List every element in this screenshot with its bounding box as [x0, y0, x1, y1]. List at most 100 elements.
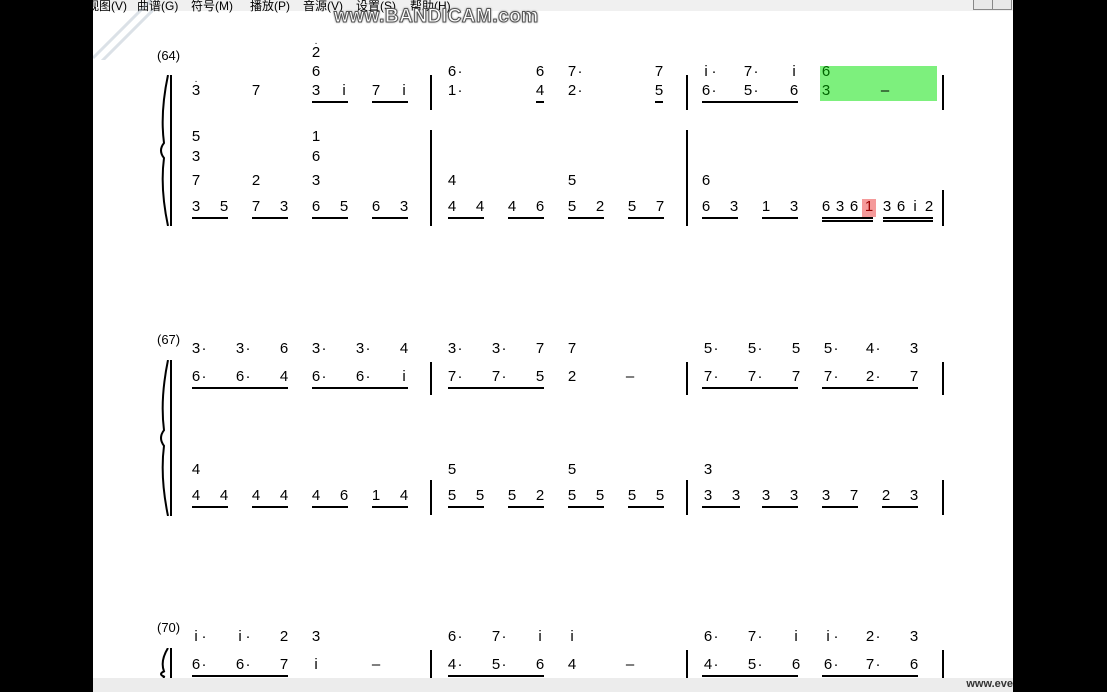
aug-dot: ·: [457, 628, 463, 645]
aug-dot: ·: [245, 628, 251, 645]
beam: [448, 387, 544, 389]
note: 5: [627, 487, 637, 504]
aug-dot: ·: [713, 340, 719, 357]
note: 6: [339, 487, 349, 504]
beam: [702, 101, 798, 103]
note: 3: [729, 198, 739, 215]
aug-dot: ·: [711, 63, 717, 80]
bar-line: [942, 190, 944, 226]
aug-dot: ·: [577, 82, 583, 99]
aug-dot: ·: [757, 368, 763, 385]
beam: [568, 506, 604, 508]
aug-dot: ·: [501, 628, 507, 645]
aug-dot: ·: [365, 340, 371, 357]
note: 3: [311, 82, 321, 99]
aug-dot: ·: [201, 340, 207, 357]
note: i: [402, 82, 406, 99]
beam: [822, 387, 918, 389]
note: 2: [924, 198, 934, 215]
note: 5: [475, 487, 485, 504]
bar-line: [942, 362, 944, 395]
note: 7: [251, 198, 261, 215]
score-page: (64) 2 · 6 3 · 7 3 i 7 i 6 · 6 7 · 7 1 · 4 2 · 5 i · 7 · i 6 · 5 · 6 6 3–5…: [93, 11, 1013, 692]
note: –: [880, 82, 890, 99]
beam: [312, 217, 348, 219]
aug-dot: ·: [457, 82, 463, 99]
note: 5: [567, 461, 577, 478]
minimize-button[interactable]: [973, 0, 993, 10]
beam: [628, 506, 664, 508]
beam: [312, 101, 348, 103]
bar-line: [686, 362, 688, 395]
note: 7: [849, 487, 859, 504]
note: 6: [311, 198, 321, 215]
note: 3: [789, 198, 799, 215]
note: 6: [371, 198, 381, 215]
beam: [508, 506, 544, 508]
note: 1: [371, 487, 381, 504]
note: 7: [535, 340, 545, 357]
note: 6: [701, 172, 711, 189]
note: 5: [447, 461, 457, 478]
note: 3: [789, 487, 799, 504]
note: i: [570, 628, 574, 645]
beam: [192, 217, 228, 219]
note: 7: [654, 63, 664, 80]
bar-line: [430, 480, 432, 515]
beam: [448, 217, 484, 219]
note: 6: [789, 82, 799, 99]
beam: [702, 506, 740, 508]
note: 3: [191, 148, 201, 165]
note: 6: [896, 198, 906, 215]
note: 7: [909, 368, 919, 385]
note: 2: [535, 487, 545, 504]
note: 5: [535, 368, 545, 385]
note: 3: [399, 198, 409, 215]
note: 3: [311, 172, 321, 189]
note: 3: [882, 198, 892, 215]
note: 4: [507, 198, 517, 215]
note: 1: [761, 198, 771, 215]
aug-dot: ·: [713, 628, 719, 645]
note: 4: [279, 368, 289, 385]
note: 3: [191, 198, 201, 215]
bar-line: [430, 75, 432, 110]
note: 5: [595, 487, 605, 504]
note: 6: [849, 198, 859, 215]
aug-dot: ·: [713, 656, 719, 673]
bar-line: [170, 360, 172, 516]
score-window: 视图(V) 曲谱(G) 符号(M) 播放(P) 音源(V) 设置(S) 帮助(H…: [93, 0, 1013, 692]
beam: [508, 217, 544, 219]
note: 7: [251, 82, 261, 99]
note: 4: [191, 461, 201, 478]
note: 6: [821, 198, 831, 215]
bar-line: [170, 75, 172, 226]
octave-dot: ·: [194, 76, 198, 87]
beam: [822, 217, 873, 219]
beam: [762, 217, 798, 219]
note: 6: [311, 148, 321, 165]
note: 5: [447, 487, 457, 504]
note: 5: [219, 198, 229, 215]
aug-dot: ·: [875, 628, 881, 645]
note: 3: [835, 198, 845, 215]
note: 4: [399, 340, 409, 357]
note: 3: [909, 487, 919, 504]
maximize-button[interactable]: [992, 0, 1012, 10]
aug-dot: ·: [875, 368, 881, 385]
note: 4: [535, 82, 545, 99]
aug-dot: ·: [833, 368, 839, 385]
measure-number: (70): [157, 620, 181, 635]
beam: [536, 101, 544, 103]
note: 7: [279, 656, 289, 673]
aug-dot: ·: [875, 656, 881, 673]
note: 6: [535, 63, 545, 80]
note: 2: [279, 628, 289, 645]
note: 5: [627, 198, 637, 215]
aug-dot: ·: [875, 340, 881, 357]
aug-dot: ·: [457, 63, 463, 80]
note: 5: [567, 198, 577, 215]
note: 2: [881, 487, 891, 504]
note: 6: [791, 656, 801, 673]
note: 4: [399, 487, 409, 504]
